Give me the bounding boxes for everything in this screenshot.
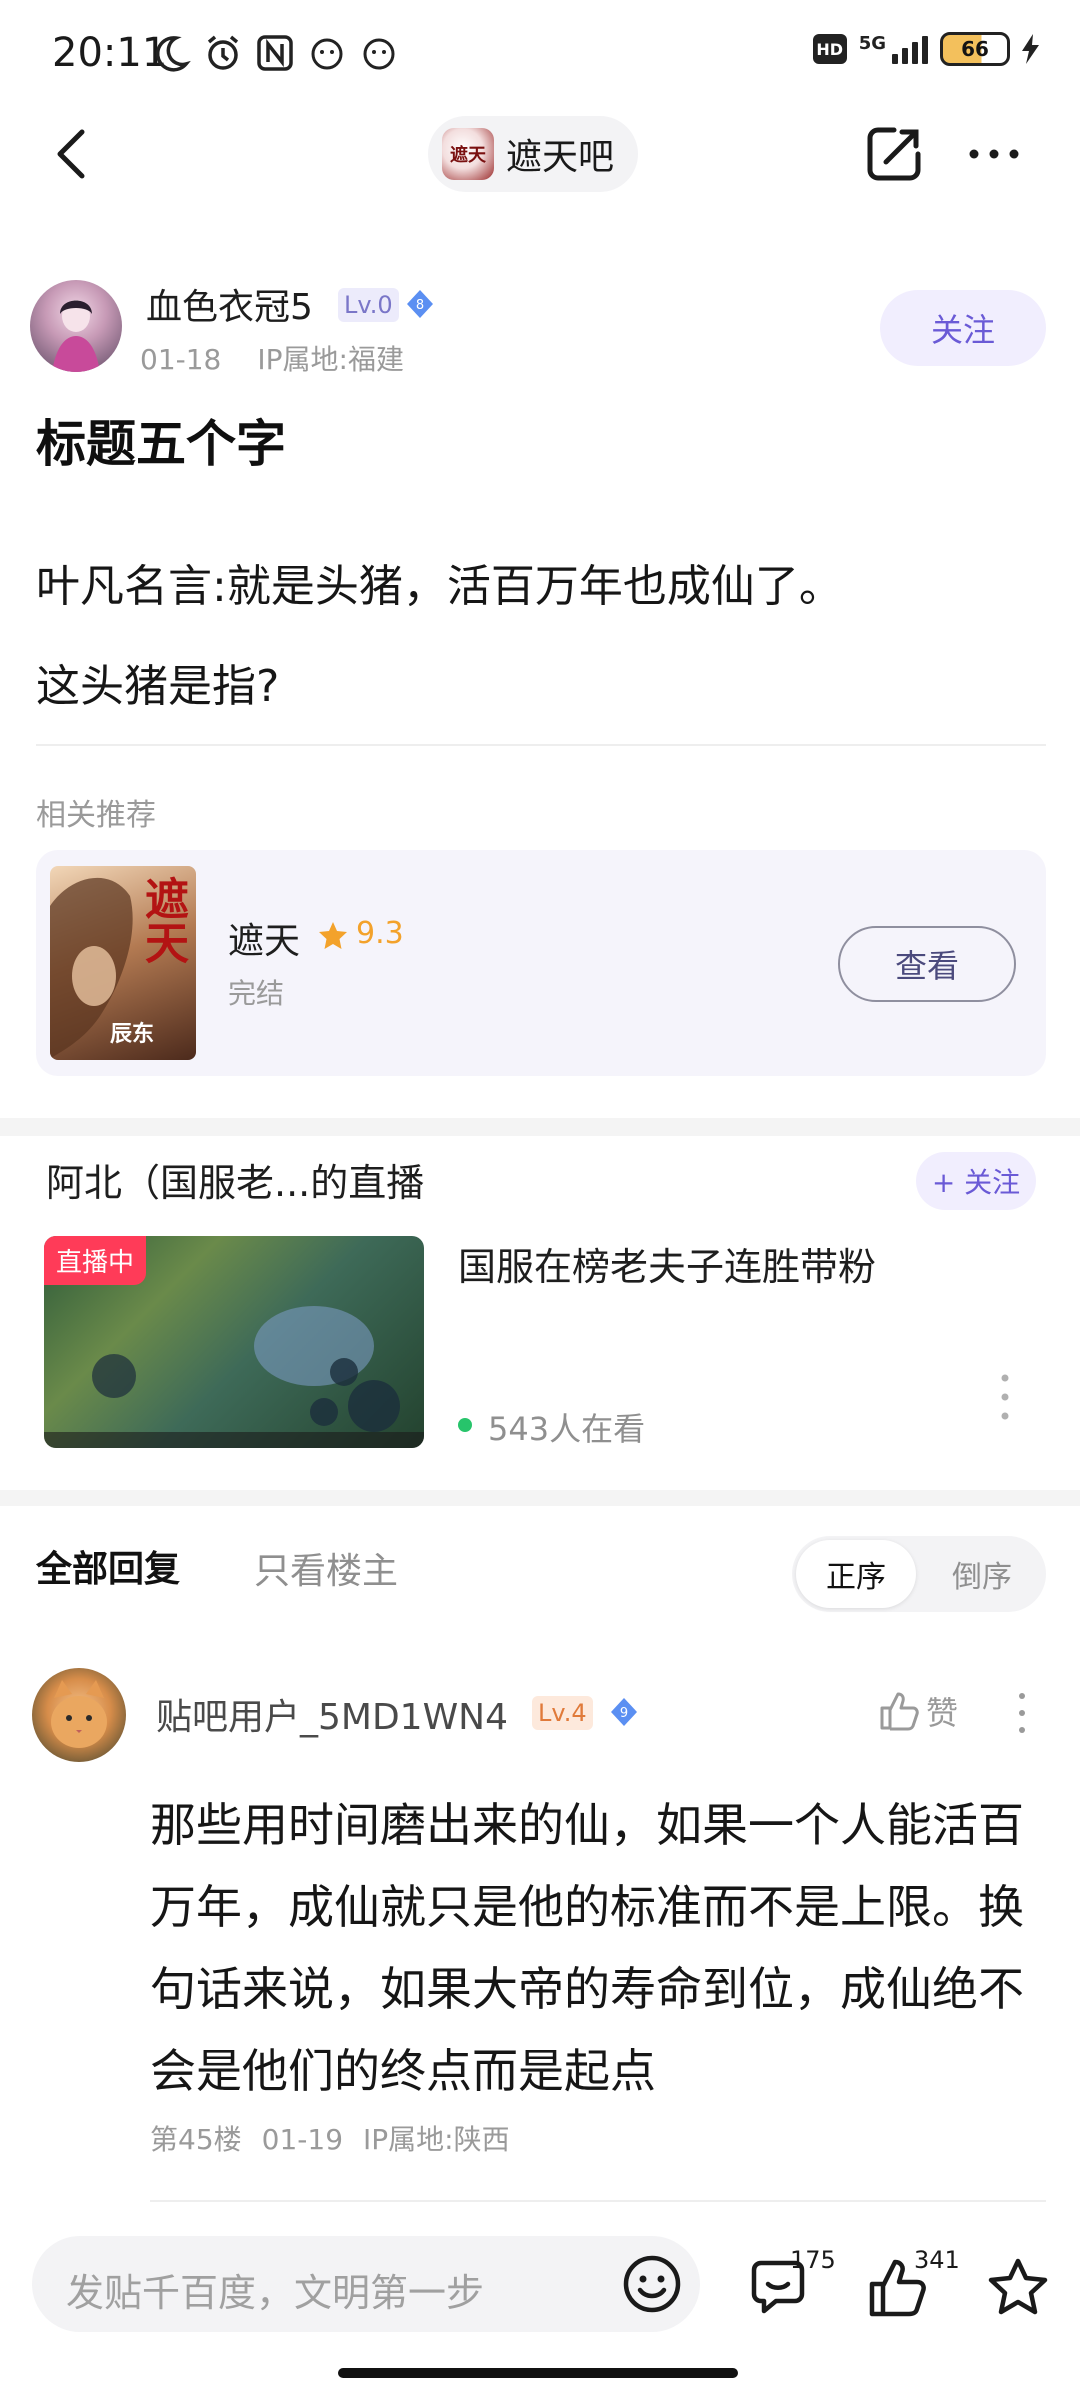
reply-ip: IP属地:陕西	[363, 2123, 510, 2156]
live-channel-title[interactable]: 阿北（国服老...的直播	[46, 1152, 424, 1207]
reply-meta: 第45楼 01-19 IP属地:陕西	[150, 2118, 510, 2158]
battery-level: 66	[961, 37, 989, 61]
author-name[interactable]: 血色衣冠5	[146, 278, 313, 330]
moon-icon	[155, 36, 191, 72]
sort-toggle: 正序 倒序	[792, 1536, 1046, 1612]
divider	[36, 744, 1046, 746]
book-score: 9.3	[356, 916, 404, 951]
live-follow-button[interactable]: + 关注	[916, 1152, 1036, 1210]
reply-date: 01-19	[261, 2123, 344, 2156]
alarm-icon	[207, 35, 239, 70]
thumbs-up-icon	[880, 1692, 919, 1731]
live-indicator-dot	[458, 1418, 472, 1432]
more-vertical-icon[interactable]	[1012, 1690, 1032, 1736]
reply-input[interactable]: 发贴千百度，文明第一步	[32, 2236, 700, 2332]
more-vertical-icon[interactable]	[990, 1370, 1020, 1424]
reply-like-label: 赞	[926, 1694, 959, 1732]
related-book-card[interactable]: 遮天 辰东 遮天 9.3 完结 查看	[36, 850, 1046, 1076]
book-status: 完结	[228, 977, 285, 1010]
live-thumbnail[interactable]: 直播中	[44, 1236, 424, 1448]
bottom-action-bar: 发贴千百度，文明第一步 175 341	[0, 2212, 1080, 2362]
hd-badge: HD	[812, 34, 847, 64]
section-divider	[0, 1118, 1080, 1136]
status-bar: 20:11 HD 5G 66	[0, 0, 1080, 110]
book-cover: 遮天 辰东	[50, 866, 196, 1060]
home-indicator[interactable]	[338, 2368, 738, 2378]
author-avatar[interactable]	[30, 280, 122, 372]
cover-author: 辰东	[110, 1022, 155, 1047]
follow-button[interactable]: 关注	[880, 290, 1046, 366]
forum-name: 遮天吧	[506, 137, 615, 178]
cover-title: 遮天	[137, 876, 188, 964]
sort-descending-button[interactable]: 倒序	[922, 1540, 1042, 1608]
post-meta: 01-18 IP属地:福建	[140, 338, 404, 378]
reply-text: 那些用时间磨出来的仙，如果一个人能活百万年，成仙就只是他的标准而不是上限。换句话…	[150, 1798, 1024, 2098]
reply-floor: 第45楼	[150, 2123, 242, 2156]
live-stream-title[interactable]: 国服在榜老夫子连胜带粉	[458, 1236, 876, 1291]
sort-ascending-button[interactable]: 正序	[796, 1540, 916, 1608]
svg-text:9: 9	[620, 1706, 628, 1721]
post-title: 标题五个字	[36, 415, 286, 473]
network-type: 5G	[858, 32, 886, 54]
reply-avatar[interactable]	[32, 1668, 126, 1762]
status-notification-icons	[150, 32, 400, 74]
post-date: 01-18	[140, 343, 222, 376]
share-icon[interactable]	[864, 124, 924, 184]
signal-icon	[892, 34, 928, 64]
back-arrow-icon[interactable]	[44, 124, 104, 184]
forum-pill[interactable]: 遮天 遮天吧	[428, 116, 639, 192]
battery-icon: 66	[940, 32, 1010, 66]
svg-text:8: 8	[416, 298, 424, 313]
divider	[150, 2200, 1046, 2202]
post-ip: IP属地:福建	[257, 343, 404, 376]
like-count: 341	[914, 2246, 960, 2274]
post-body-line: 叶凡名言:就是头猪，活百万年也成仙了。	[36, 561, 843, 612]
forum-logo: 遮天	[442, 128, 494, 180]
favorite-star-icon[interactable]	[986, 2256, 1050, 2320]
view-book-button[interactable]: 查看	[838, 926, 1016, 1002]
status-system-icons: HD 5G 66	[812, 32, 1040, 66]
star-icon	[319, 922, 347, 949]
related-label: 相关推荐	[36, 798, 156, 833]
reply-username[interactable]: 贴吧用户_5MD1WN4	[156, 1688, 508, 1740]
book-name: 遮天	[228, 921, 301, 962]
diamond-badge-icon: 8	[407, 290, 433, 318]
emoji-icon[interactable]	[620, 2252, 684, 2316]
app-notification-icon	[363, 38, 395, 70]
comment-count: 175	[790, 2246, 836, 2274]
level-badge: Lv.4	[532, 1696, 593, 1730]
nfc-icon	[257, 35, 293, 71]
diamond-badge-icon: 9	[611, 1698, 637, 1726]
reply-like-button[interactable]: 赞	[878, 1688, 958, 1734]
more-options-icon[interactable]	[964, 124, 1024, 184]
top-nav: 遮天 遮天吧	[0, 110, 1080, 200]
charging-icon	[1022, 34, 1039, 64]
section-divider	[0, 1490, 1080, 1506]
tab-op-only[interactable]: 只看楼主	[254, 1542, 398, 1594]
reply-input-placeholder: 发贴千百度，文明第一步	[66, 2271, 485, 2315]
post-body-line: 这头猪是指?	[36, 661, 280, 712]
app-notification-icon	[311, 38, 343, 70]
live-viewer-count: 543人在看	[488, 1410, 646, 1448]
live-badge: 直播中	[44, 1236, 147, 1285]
tab-all-replies[interactable]: 全部回复	[36, 1540, 180, 1592]
level-badge: Lv.0	[338, 288, 399, 322]
